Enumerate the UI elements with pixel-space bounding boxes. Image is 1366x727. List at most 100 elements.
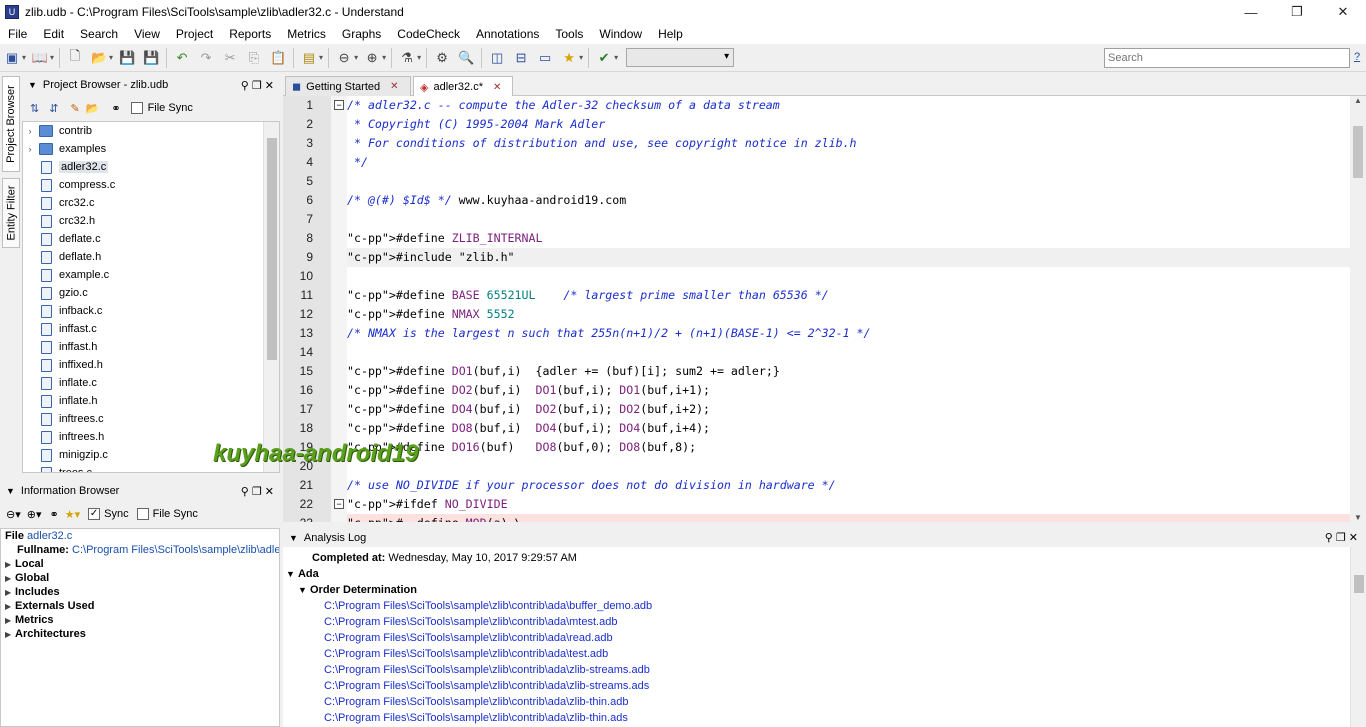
info-section-externals-used[interactable]: ▶ Externals Used [1, 599, 279, 613]
log-file-link[interactable]: C:\Program Files\SciTools\sample\zlib\co… [324, 614, 617, 630]
info-forward-icon[interactable]: ⊕▾ [27, 508, 42, 521]
tree-item[interactable]: inftrees.c [23, 410, 263, 428]
menu-reports[interactable]: Reports [221, 27, 279, 41]
log-file-link[interactable]: C:\Program Files\SciTools\sample\zlib\co… [324, 694, 628, 710]
tab-adler32[interactable]: ◈ adler32.c* ✕ [413, 76, 513, 97]
menu-annotations[interactable]: Annotations [468, 27, 547, 41]
search-input[interactable] [1104, 48, 1350, 68]
save-all-icon[interactable]: 💾 [141, 48, 161, 68]
log-group-ada[interactable]: ▼ Ada [286, 566, 319, 582]
help-link[interactable]: ? [1354, 51, 1360, 63]
tree-item[interactable]: inffast.c [23, 320, 263, 338]
info-back-icon[interactable]: ⊖▾ [6, 508, 21, 521]
menu-window[interactable]: Window [591, 27, 650, 41]
log-file-link[interactable]: C:\Program Files\SciTools\sample\zlib\co… [324, 598, 652, 614]
tree-item[interactable]: › contrib [23, 122, 263, 140]
info-section-global[interactable]: ▶ Global [1, 571, 279, 585]
copy-icon[interactable]: ⎘ [244, 48, 264, 68]
binoculars-icon[interactable]: ⚭ [111, 102, 120, 115]
code-line[interactable]: "c-pp">#define DO1(buf,i) {adler += (buf… [347, 362, 1350, 381]
tab-entity-filter[interactable]: Entity Filter [2, 178, 20, 248]
code-line[interactable]: "c-pp">#include "zlib.h" [347, 248, 1350, 267]
code-line[interactable]: "c-pp"># define MOD(a) \ [347, 514, 1350, 522]
menu-codecheck[interactable]: CodeCheck [389, 27, 468, 41]
expand-arrow-icon[interactable]: › [23, 126, 37, 136]
fold-toggle-icon[interactable]: − [334, 100, 344, 110]
tree-item[interactable]: example.c [23, 266, 263, 284]
menu-search[interactable]: Search [72, 27, 126, 41]
maximize-button[interactable]: ❐ [1274, 0, 1320, 24]
tree-item[interactable]: deflate.h [23, 248, 263, 266]
expand-arrow-icon[interactable]: › [23, 144, 37, 154]
info-collapse-icon[interactable]: ▼ [6, 486, 15, 496]
tree-item[interactable]: inflate.c [23, 374, 263, 392]
info-panel-options-icon[interactable]: ⚲ ❐ ✕ [241, 485, 274, 498]
tree-item[interactable]: inflate.h [23, 392, 263, 410]
menu-project[interactable]: Project [168, 27, 221, 41]
info-section-metrics[interactable]: ▶ Metrics [1, 613, 279, 627]
panel-options-icon[interactable]: ⚲ ❐ ✕ [241, 79, 274, 92]
code-line[interactable]: "c-pp">#define BASE 65521UL /* largest p… [347, 286, 1350, 305]
split-horizontal-icon[interactable]: ⊟ [511, 48, 531, 68]
project-tree-scrollbar[interactable] [263, 122, 279, 472]
back-icon[interactable]: ⊖ [334, 48, 354, 68]
code-line[interactable] [347, 172, 1350, 191]
single-window-icon[interactable]: ▭ [535, 48, 555, 68]
new-project-icon[interactable]: ▣ [2, 48, 22, 68]
editor-scrollbar[interactable]: ▲ ▼ [1350, 96, 1366, 522]
paste-icon[interactable]: 📋 [268, 48, 288, 68]
log-file-link[interactable]: C:\Program Files\SciTools\sample\zlib\co… [324, 630, 613, 646]
redo-icon[interactable]: ↷ [196, 48, 216, 68]
info-section-local[interactable]: ▶ Local [1, 557, 279, 571]
log-scrollbar[interactable] [1350, 547, 1366, 727]
menu-file[interactable]: File [0, 27, 35, 41]
open-project-icon[interactable]: 📖 [30, 48, 50, 68]
info-file-value[interactable]: adler32.c [27, 530, 72, 542]
code-line[interactable]: "c-pp">#define DO8(buf,i) DO4(buf,i); DO… [347, 419, 1350, 438]
tree-item[interactable]: inffast.h [23, 338, 263, 356]
log-subgroup[interactable]: ▼ Order Determination [298, 582, 417, 598]
cut-icon[interactable]: ✂ [220, 48, 240, 68]
info-section-includes[interactable]: ▶ Includes [1, 585, 279, 599]
code-line[interactable] [347, 343, 1350, 362]
code-line[interactable]: "c-pp">#define DO4(buf,i) DO2(buf,i); DO… [347, 400, 1350, 419]
new-file-icon[interactable]: 🗋 [65, 48, 85, 68]
menu-metrics[interactable]: Metrics [279, 27, 334, 41]
code-line[interactable]: "c-pp">#define DO2(buf,i) DO1(buf,i); DO… [347, 381, 1350, 400]
file-sync-checkbox[interactable] [130, 102, 143, 114]
tree-item[interactable]: infback.c [23, 302, 263, 320]
code-line[interactable] [347, 267, 1350, 286]
info-fullname-value[interactable]: C:\Program Files\SciTools\sample\zlib\ad… [72, 544, 279, 556]
tree-item[interactable]: deflate.c [23, 230, 263, 248]
code-line[interactable]: * Copyright (C) 1995-2004 Mark Adler [347, 115, 1350, 134]
tab-getting-started[interactable]: ◼ Getting Started ✕ [285, 76, 411, 96]
code-area[interactable]: /* adler32.c -- compute the Adler-32 che… [347, 96, 1350, 522]
report-icon[interactable]: ⚙ [432, 48, 452, 68]
scope-combo[interactable] [626, 48, 735, 67]
find-icon[interactable]: 🔍 [456, 48, 476, 68]
code-line[interactable]: /* NMAX is the largest n such that 255n(… [347, 324, 1350, 343]
code-line[interactable] [347, 210, 1350, 229]
code-line[interactable]: /* adler32.c -- compute the Adler-32 che… [347, 96, 1350, 115]
analyze-icon[interactable]: ▤ [299, 48, 319, 68]
split-vertical-icon[interactable]: ◫ [487, 48, 507, 68]
tree-item[interactable]: crc32.h [23, 212, 263, 230]
log-collapse-icon[interactable]: ▼ [289, 533, 298, 543]
info-file-sync-checkbox[interactable] [136, 508, 149, 520]
log-file-link[interactable]: C:\Program Files\SciTools\sample\zlib\co… [324, 646, 608, 662]
menu-tools[interactable]: Tools [547, 27, 591, 41]
tab-close-icon[interactable]: ✕ [390, 81, 398, 92]
info-binoculars-icon[interactable]: ⚭ [50, 508, 59, 521]
code-line[interactable]: */ [347, 153, 1350, 172]
code-line[interactable] [347, 457, 1350, 476]
tree-item[interactable]: crc32.c [23, 194, 263, 212]
close-button[interactable]: ✕ [1320, 0, 1366, 24]
open-file-icon[interactable]: 📂 [89, 48, 109, 68]
tab-close-icon[interactable]: ✕ [493, 82, 501, 93]
code-line[interactable]: "c-pp">#define NMAX 5552 [347, 305, 1350, 324]
collapse-all-icon[interactable]: ⇵ [49, 102, 58, 115]
log-file-link[interactable]: C:\Program Files\SciTools\sample\zlib\co… [324, 662, 650, 678]
fold-toggle-icon[interactable]: − [334, 499, 344, 509]
sync-checkbox[interactable]: ✓ [88, 508, 101, 520]
log-panel-options-icon[interactable]: ⚲ ❐ ✕ [1325, 531, 1358, 544]
